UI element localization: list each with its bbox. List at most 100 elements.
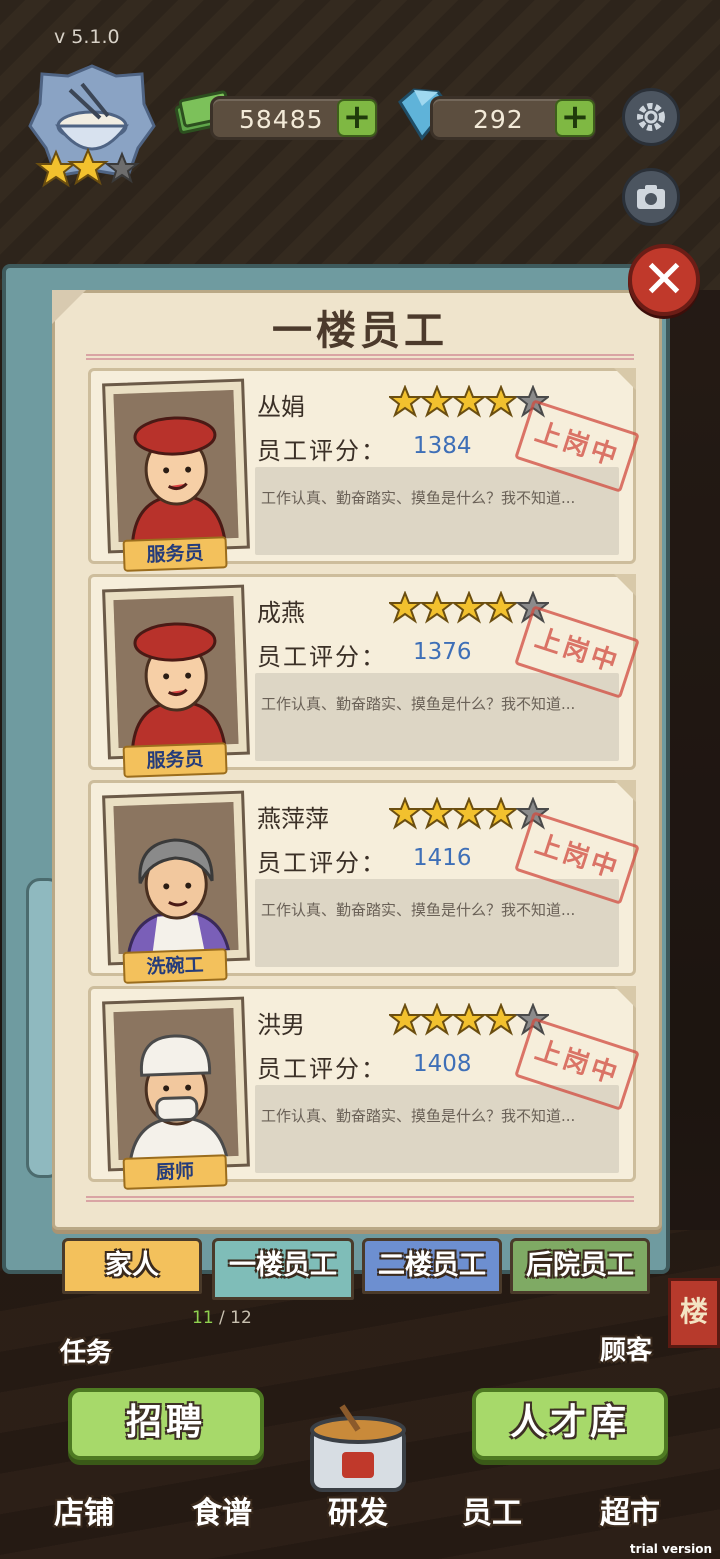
- task-progress-current: 11: [192, 1308, 214, 1328]
- staff-description-box: 工作认真、勤奋踏实、摸鱼是什么？我不知道...: [255, 1085, 619, 1173]
- staff-portrait: 厨师: [102, 996, 250, 1190]
- star-icon: [483, 1002, 519, 1036]
- staff-name: 丛娟: [257, 393, 305, 421]
- card-corner-fold: [614, 574, 636, 596]
- score-label: 员工评分：: [257, 643, 387, 671]
- tab-second-floor-staff[interactable]: 二楼员工: [362, 1238, 502, 1294]
- panel-title: 一楼员工: [272, 308, 448, 354]
- talent-pool-button[interactable]: 人才库: [472, 1388, 668, 1460]
- tab-first-floor-staff[interactable]: 一楼员工: [212, 1238, 354, 1300]
- star-icon: [419, 384, 455, 418]
- settings-button[interactable]: [622, 88, 680, 146]
- staff-card[interactable]: 厨师 洪男 员工评分： 1408 工作认真、勤奋踏实、摸鱼是什么？我不知道...…: [88, 986, 640, 1190]
- badge-star-icon: [35, 149, 77, 188]
- staff-rating-stars: [387, 590, 551, 625]
- star-icon: [419, 796, 455, 830]
- chef-avatar-icon: [113, 1007, 239, 1161]
- version-label: v 5.1.0: [54, 26, 120, 48]
- tab-family[interactable]: 家人: [62, 1238, 202, 1294]
- staff-portrait: 服务员: [102, 378, 250, 572]
- restaurant-level-badge[interactable]: [26, 60, 158, 188]
- star-icon: [451, 1002, 487, 1036]
- close-icon: ✕: [642, 250, 686, 310]
- star-icon: [483, 796, 519, 830]
- score-label: 员工评分：: [257, 437, 387, 465]
- nav-staff[interactable]: 员工: [462, 1488, 522, 1532]
- score-value: 1376: [413, 639, 472, 665]
- task-button[interactable]: 任务: [60, 1332, 112, 1369]
- star-icon: [387, 1002, 423, 1036]
- gem-counter: 292 +: [430, 96, 596, 140]
- score-label: 员工评分：: [257, 849, 387, 877]
- star-icon: [419, 1002, 455, 1036]
- staff-portrait: 洗碗工: [102, 790, 250, 984]
- staff-name: 成燕: [257, 599, 305, 627]
- star-icon: [451, 796, 487, 830]
- star-icon: [387, 384, 423, 418]
- nav-shop[interactable]: 店铺: [54, 1488, 114, 1532]
- card-corner-fold: [614, 368, 636, 390]
- staff-description: 工作认真、勤奋踏实、摸鱼是什么？我不知道...: [261, 489, 576, 507]
- close-button[interactable]: ✕: [628, 244, 700, 316]
- dishwasher-avatar-icon: [113, 801, 239, 955]
- role-tag: 服务员: [122, 536, 228, 572]
- staff-rating-stars: [387, 384, 551, 419]
- role-tag: 厨师: [122, 1154, 228, 1190]
- nav-research[interactable]: 研发: [328, 1488, 388, 1532]
- cooking-pot-icon: [310, 1404, 406, 1492]
- task-progress-total: / 12: [219, 1308, 252, 1328]
- star-icon: [387, 590, 423, 624]
- screenshot-button[interactable]: [622, 168, 680, 226]
- title-divider: [86, 354, 634, 360]
- money-value: 58485: [239, 105, 324, 134]
- score-label: 员工评分：: [257, 1055, 387, 1083]
- guest-button[interactable]: 顾客: [600, 1330, 652, 1367]
- score-value: 1408: [413, 1051, 472, 1077]
- star-icon: [451, 590, 487, 624]
- badge-star-icon: [67, 148, 109, 186]
- card-corner-fold: [614, 780, 636, 802]
- score-value: 1416: [413, 845, 472, 871]
- badge-star-empty-icon: [104, 151, 140, 184]
- star-icon: [483, 384, 519, 418]
- add-gem-button[interactable]: +: [555, 99, 595, 137]
- side-sign: 楼: [668, 1278, 720, 1348]
- trial-watermark: trial version: [629, 1542, 712, 1556]
- star-icon: [483, 590, 519, 624]
- staff-card[interactable]: 服务员 成燕 员工评分： 1376 工作认真、勤奋踏实、摸鱼是什么？我不知道..…: [88, 574, 640, 778]
- camera-icon: [637, 185, 665, 209]
- staff-description: 工作认真、勤奋踏实、摸鱼是什么？我不知道...: [261, 1107, 576, 1125]
- tab-backyard-staff[interactable]: 后院员工: [510, 1238, 650, 1294]
- gear-icon: [637, 103, 665, 131]
- staff-rating-stars: [387, 796, 551, 831]
- staff-description-box: 工作认真、勤奋踏实、摸鱼是什么？我不知道...: [255, 879, 619, 967]
- staff-description-box: 工作认真、勤奋踏实、摸鱼是什么？我不知道...: [255, 467, 619, 555]
- staff-card[interactable]: 服务员 丛娟 员工评分： 1384 工作认真、勤奋踏实、摸鱼是什么？我不知道..…: [88, 368, 640, 572]
- add-money-button[interactable]: +: [337, 99, 377, 137]
- money-counter: 58485 +: [210, 96, 378, 140]
- staff-rating-stars: [387, 1002, 551, 1037]
- badge-stars: [35, 148, 140, 188]
- role-tag: 服务员: [122, 742, 228, 778]
- waiter-avatar-icon: [113, 389, 239, 543]
- score-value: 1384: [413, 433, 472, 459]
- staff-portrait: 服务员: [102, 584, 250, 778]
- staff-card[interactable]: 洗碗工 燕萍萍 员工评分： 1416 工作认真、勤奋踏实、摸鱼是什么？我不知道.…: [88, 780, 640, 984]
- task-progress: 11 / 12: [192, 1308, 252, 1328]
- nav-recipes[interactable]: 食谱: [192, 1488, 252, 1532]
- staff-name: 燕萍萍: [257, 805, 329, 833]
- recruit-button[interactable]: 招聘: [68, 1388, 264, 1460]
- card-corner-fold: [614, 986, 636, 1008]
- star-icon: [419, 590, 455, 624]
- staff-name: 洪男: [257, 1011, 305, 1039]
- star-icon: [451, 384, 487, 418]
- staff-description-box: 工作认真、勤奋踏实、摸鱼是什么？我不知道...: [255, 673, 619, 761]
- staff-description: 工作认真、勤奋踏实、摸鱼是什么？我不知道...: [261, 901, 576, 919]
- nav-supermarket[interactable]: 超市: [600, 1488, 660, 1532]
- bottom-divider: [86, 1196, 634, 1202]
- waiter-avatar-icon: [113, 595, 239, 749]
- role-tag: 洗碗工: [122, 948, 228, 984]
- gem-value: 292: [473, 105, 524, 134]
- star-icon: [387, 796, 423, 830]
- staff-description: 工作认真、勤奋踏实、摸鱼是什么？我不知道...: [261, 695, 576, 713]
